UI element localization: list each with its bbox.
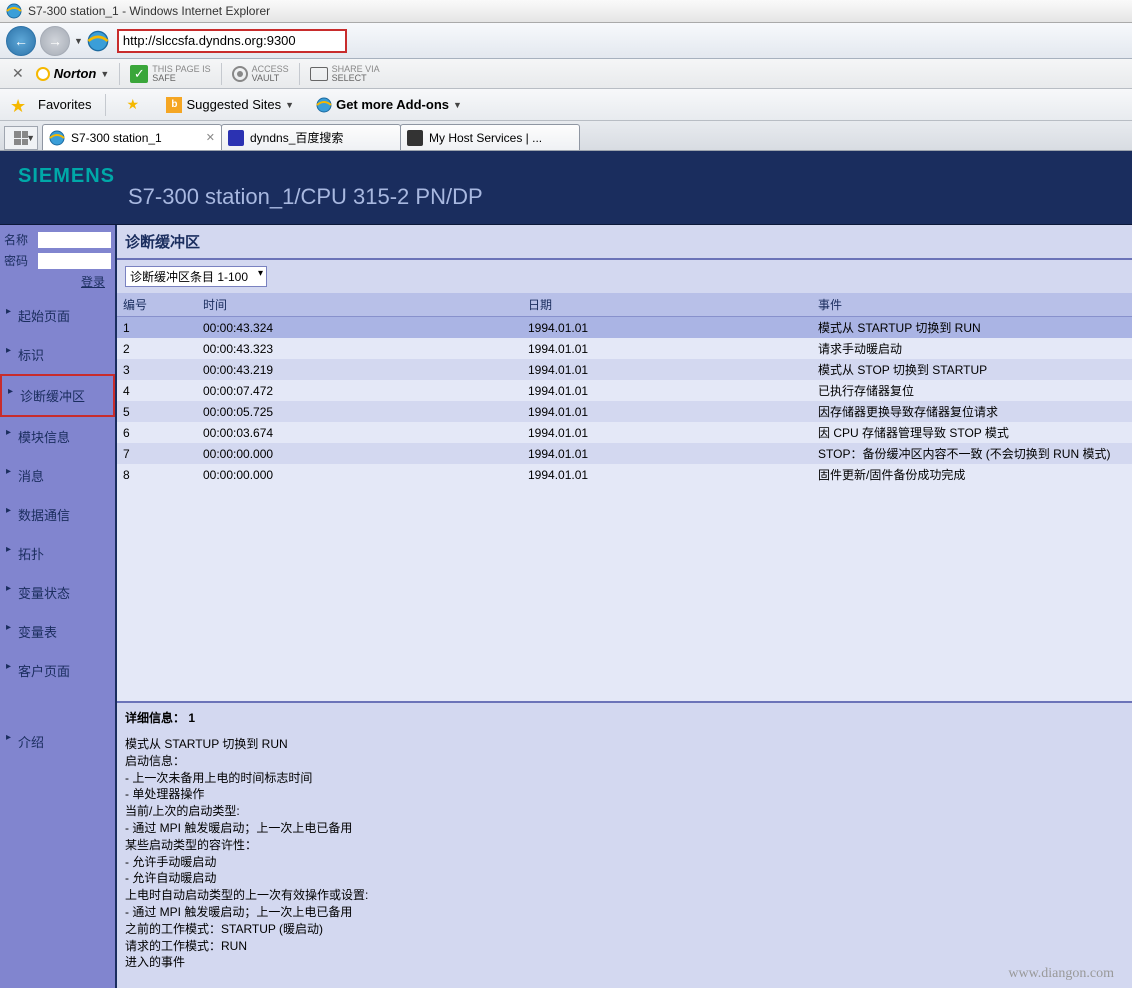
panel-title: 诊断缓冲区 (117, 225, 1132, 258)
sidebar-item-datacomm[interactable]: 数据通信 (0, 495, 115, 534)
star-add-icon: ★ (126, 96, 144, 114)
tab-s7-station[interactable]: S7-300 station_1 ✕ (42, 124, 222, 150)
suggested-label: Suggested Sites (186, 97, 281, 112)
details-body: 模式从 STARTUP 切换到 RUN 启动信息： - 上一次未备用上电的时间标… (117, 732, 1132, 983)
sidebar-item-vartable[interactable]: 变量表 (0, 612, 115, 651)
browser-tab-bar: ▼ S7-300 station_1 ✕ dyndns_百度搜索 My Host… (0, 121, 1132, 151)
station-title: S7-300 station_1/CPU 315-2 PN/DP (18, 184, 1132, 210)
sidebar-item-module-info[interactable]: 模块信息 (0, 417, 115, 456)
add-favorite-button[interactable]: ★ (120, 94, 150, 116)
sidebar-item-messages[interactable]: 消息 (0, 456, 115, 495)
table-row[interactable]: 300:00:43.2191994.01.01模式从 STOP 切换到 STAR… (117, 359, 1132, 380)
table-row[interactable]: 700:00:00.0001994.01.01STOP：备份缓冲区内容不一致 (… (117, 443, 1132, 464)
check-icon: ✓ (130, 65, 148, 83)
details-title: 详细信息： 1 (117, 703, 1132, 732)
table-row[interactable]: 400:00:07.4721994.01.01已执行存储器复位 (117, 380, 1132, 401)
right-panel: 诊断缓冲区 诊断缓冲区条目 1-100 编号 时间 日期 事件 100:00:4… (115, 225, 1132, 988)
url-box[interactable] (117, 29, 347, 53)
dyn-icon (407, 130, 423, 146)
sidebar-item-start[interactable]: 起始页面 (0, 296, 115, 335)
table-row[interactable]: 100:00:43.3241994.01.01模式从 STARTUP 切换到 R… (117, 317, 1132, 339)
tab-label: My Host Services | ... (429, 131, 542, 145)
chevron-down-icon: ▼ (285, 100, 294, 110)
tab-dyndns[interactable]: dyndns_百度搜索 (221, 124, 401, 150)
favorites-star-icon[interactable]: ★ (10, 96, 28, 114)
siemens-header: SIEMENS S7-300 station_1/CPU 315-2 PN/DP (0, 151, 1132, 225)
favorites-label[interactable]: Favorites (38, 97, 91, 112)
back-button[interactable]: ← (6, 26, 36, 56)
chevron-down-icon[interactable]: ▼ (100, 69, 109, 79)
suggested-sites-link[interactable]: b Suggested Sites ▼ (160, 95, 300, 115)
main-area: 名称 密码 登录 起始页面 标识 诊断缓冲区 模块信息 消息 数据通信 拓扑 变… (0, 225, 1132, 988)
forward-button[interactable]: → (40, 26, 70, 56)
ie-icon (316, 97, 332, 113)
sidebar: 名称 密码 登录 起始页面 标识 诊断缓冲区 模块信息 消息 数据通信 拓扑 变… (0, 225, 115, 988)
toolbar-close-icon[interactable]: ✕ (6, 65, 30, 82)
norton-check-icon (36, 67, 50, 81)
vault-icon (232, 66, 248, 82)
page-content: SIEMENS S7-300 station_1/CPU 315-2 PN/DP… (0, 151, 1132, 988)
col-time: 时间 (197, 293, 522, 317)
col-date: 日期 (522, 293, 812, 317)
name-input[interactable] (38, 232, 111, 248)
tab-hostservices[interactable]: My Host Services | ... (400, 124, 580, 150)
sidebar-item-diag-buffer[interactable]: 诊断缓冲区 (0, 374, 115, 417)
table-row[interactable]: 600:00:03.6741994.01.01因 CPU 存储器管理导致 STO… (117, 422, 1132, 443)
norton-safe[interactable]: ✓ THIS PAGE ISSAFE (126, 65, 214, 83)
ie-icon (6, 3, 22, 19)
ie-logo-icon (87, 30, 109, 52)
chevron-down-icon: ▼ (453, 100, 462, 110)
norton-vault[interactable]: ACCESSVAULT (228, 65, 293, 83)
password-input[interactable] (38, 253, 111, 269)
norton-toolbar: ✕ Norton ▼ ✓ THIS PAGE ISSAFE ACCESSVAUL… (0, 59, 1132, 89)
tab-label: S7-300 station_1 (71, 131, 162, 145)
col-number: 编号 (117, 293, 197, 317)
window-title-bar: S7-300 station_1 - Windows Internet Expl… (0, 0, 1132, 23)
share-icon (310, 67, 328, 81)
history-dropdown-icon[interactable]: ▼ (74, 36, 83, 46)
entries-dropdown-row: 诊断缓冲区条目 1-100 (117, 260, 1132, 293)
tab-label: dyndns_百度搜索 (250, 129, 343, 146)
sidebar-item-varstate[interactable]: 变量状态 (0, 573, 115, 612)
sidebar-item-userpages[interactable]: 客户页面 (0, 651, 115, 690)
sidebar-item-intro[interactable]: 介绍 (0, 722, 115, 761)
table-row[interactable]: 800:00:00.0001994.01.01固件更新/固件备份成功完成 (117, 464, 1132, 485)
url-input[interactable] (123, 33, 341, 48)
favorites-bar: ★ Favorites ★ b Suggested Sites ▼ Get mo… (0, 89, 1132, 121)
browser-nav-bar: ← → ▼ (0, 23, 1132, 59)
norton-label: Norton (54, 66, 97, 81)
sidebar-item-topology[interactable]: 拓扑 (0, 534, 115, 573)
password-label: 密码 (4, 252, 34, 269)
diag-table-area[interactable]: 编号 时间 日期 事件 100:00:43.3241994.01.01模式从 S… (117, 293, 1132, 703)
col-event: 事件 (812, 293, 1132, 317)
sidebar-item-ident[interactable]: 标识 (0, 335, 115, 374)
baidu-icon (228, 130, 244, 146)
chevron-down-icon: ▼ (26, 133, 35, 143)
diag-table: 编号 时间 日期 事件 100:00:43.3241994.01.01模式从 S… (117, 293, 1132, 485)
window-title-text: S7-300 station_1 - Windows Internet Expl… (28, 4, 270, 18)
watermark: www.diangon.com (1008, 966, 1114, 982)
name-label: 名称 (4, 231, 34, 248)
login-link[interactable]: 登录 (4, 273, 111, 290)
norton-brand[interactable]: Norton ▼ (32, 66, 114, 81)
entries-dropdown[interactable]: 诊断缓冲区条目 1-100 (125, 266, 267, 287)
ie-icon (49, 130, 65, 146)
quick-tabs-button[interactable]: ▼ (4, 126, 38, 150)
get-addons-link[interactable]: Get more Add-ons ▼ (310, 95, 468, 115)
table-row[interactable]: 200:00:43.3231994.01.01请求手动暖启动 (117, 338, 1132, 359)
bing-icon: b (166, 97, 182, 113)
norton-share[interactable]: SHARE VIASELECT (306, 65, 384, 83)
tab-close-icon[interactable]: ✕ (206, 131, 215, 144)
addons-label: Get more Add-ons (336, 97, 449, 112)
table-row[interactable]: 500:00:05.7251994.01.01因存储器更换导致存储器复位请求 (117, 401, 1132, 422)
login-box: 名称 密码 登录 (0, 225, 115, 296)
